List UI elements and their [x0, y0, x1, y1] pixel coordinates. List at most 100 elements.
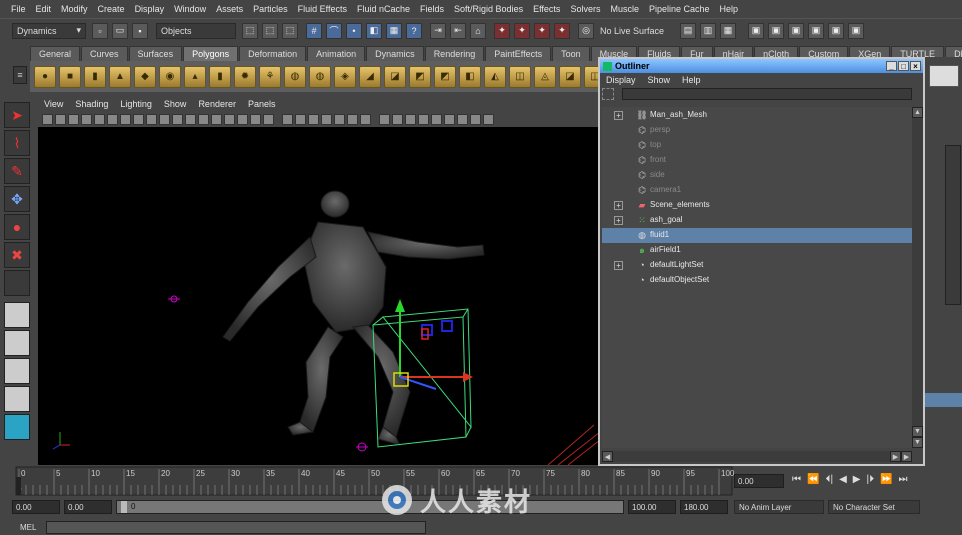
- menu-item[interactable]: File: [6, 4, 31, 14]
- maximize-icon[interactable]: □: [898, 61, 909, 71]
- snap-grid-icon[interactable]: #: [306, 22, 322, 39]
- polygon-tool-icon[interactable]: ◆: [134, 65, 156, 88]
- input-ops-icon[interactable]: ⇥: [430, 22, 446, 39]
- layer-row-selected[interactable]: [925, 393, 962, 407]
- panel-layout-icon[interactable]: ▣: [768, 22, 785, 39]
- outliner-vertical-scrollbar[interactable]: ▲ ▼ ▼: [912, 107, 923, 448]
- viewport-tool-icon[interactable]: [172, 113, 183, 125]
- viewport-tool-icon[interactable]: [55, 113, 66, 125]
- shelf-tab[interactable]: Rendering: [424, 46, 485, 61]
- outliner-item[interactable]: + ⛓ Man_ash_Mesh: [602, 108, 912, 123]
- ipr-render-icon[interactable]: ✦: [514, 22, 530, 39]
- polygon-tool-icon[interactable]: ⚘: [259, 65, 281, 88]
- hypershade-icon[interactable]: ✦: [554, 22, 570, 39]
- rotate-tool-icon[interactable]: ●: [4, 214, 30, 240]
- select-object-icon[interactable]: ⬚: [262, 22, 278, 39]
- panel-layout-icon[interactable]: ▣: [828, 22, 845, 39]
- snap-curve-icon[interactable]: ⌒: [326, 22, 342, 39]
- outliner-item[interactable]: + ◔ defaultLightSet: [602, 258, 912, 273]
- viewport-menu-item[interactable]: View: [38, 99, 69, 109]
- viewport-tool-icon[interactable]: [68, 113, 79, 125]
- viewport-menu-item[interactable]: Renderer: [192, 99, 242, 109]
- viewport-tool-icon[interactable]: [379, 113, 390, 125]
- step-forward-key-icon[interactable]: |⏵: [866, 474, 874, 485]
- render-frame-icon[interactable]: ✦: [494, 22, 510, 39]
- filter-input[interactable]: [622, 88, 912, 100]
- time-ruler[interactable]: 0 5 10 15 20 25 30 35 40 45 50 55 60 65 70 75 80 85 90 95 10…: [0, 465, 740, 497]
- viewport-tool-icon[interactable]: [321, 113, 332, 125]
- outliner-item[interactable]: ๑ airField1: [602, 243, 912, 258]
- sidebar-toggle-icon[interactable]: ▤: [680, 22, 697, 39]
- step-back-key-icon[interactable]: ⏴|: [825, 474, 833, 485]
- move-tool-icon[interactable]: ✥: [4, 186, 30, 212]
- live-surface-icon[interactable]: ◎: [578, 22, 594, 39]
- polygon-tool-icon[interactable]: ▴: [184, 65, 206, 88]
- polygon-tool-icon[interactable]: ◉: [159, 65, 181, 88]
- output-ops-icon[interactable]: ⇤: [450, 22, 466, 39]
- viewport-tool-icon[interactable]: [120, 113, 131, 125]
- viewport-tool-icon[interactable]: [263, 113, 274, 125]
- playback-end-field[interactable]: 100.00: [628, 500, 676, 514]
- polygon-tool-icon[interactable]: ✹: [234, 65, 256, 88]
- menu-item[interactable]: Solvers: [565, 4, 605, 14]
- expand-icon[interactable]: +: [614, 216, 623, 225]
- polygon-tool-icon[interactable]: ◈: [334, 65, 356, 88]
- playback-start-field[interactable]: 0.00: [64, 500, 112, 514]
- outliner-titlebar[interactable]: Outliner _ □ ×: [600, 59, 923, 73]
- menu-item[interactable]: Assets: [211, 4, 248, 14]
- perspective-viewport[interactable]: [38, 127, 600, 465]
- viewport-tool-icon[interactable]: [295, 113, 306, 125]
- select-tool-icon[interactable]: ➤: [4, 102, 30, 128]
- shelf-tab[interactable]: Dynamics: [366, 46, 424, 61]
- character-set-dropdown[interactable]: No Character Set: [828, 500, 920, 514]
- mudbox-icon[interactable]: [4, 414, 30, 440]
- polygon-tool-icon[interactable]: ◧: [459, 65, 481, 88]
- attribute-editor-toggle-icon[interactable]: ▥: [700, 22, 717, 39]
- shelf-menu-icon[interactable]: ≡: [13, 66, 27, 84]
- viewport-tool-icon[interactable]: [211, 113, 222, 125]
- go-to-end-icon[interactable]: ⏭: [899, 474, 908, 485]
- viewport-tool-icon[interactable]: [405, 113, 416, 125]
- scroll-left-icon[interactable]: ◀: [602, 451, 613, 462]
- polygon-tool-icon[interactable]: ◫: [509, 65, 531, 88]
- viewport-tool-icon[interactable]: [444, 113, 455, 125]
- filter-icon[interactable]: [602, 88, 614, 100]
- render-settings-icon[interactable]: ✦: [534, 22, 550, 39]
- outliner-menu-item[interactable]: Help: [682, 75, 701, 85]
- shelf-tab[interactable]: Curves: [81, 46, 128, 61]
- outliner-item[interactable]: ◔ defaultObjectSet: [602, 273, 912, 288]
- panel-layout-icon[interactable]: ▣: [788, 22, 805, 39]
- menu-item[interactable]: Particles: [248, 4, 293, 14]
- air-field-icon[interactable]: [168, 295, 180, 303]
- shelf-tab[interactable]: Toon: [552, 46, 590, 61]
- command-language-label[interactable]: MEL: [20, 523, 36, 532]
- outliner-item[interactable]: + ▰ Scene_elements: [602, 198, 912, 213]
- menu-item[interactable]: Pipeline Cache: [644, 4, 715, 14]
- viewport-tool-icon[interactable]: [198, 113, 209, 125]
- tool-settings-toggle-icon[interactable]: ▦: [720, 22, 737, 39]
- viewport-menu-item[interactable]: Show: [158, 99, 193, 109]
- expand-icon[interactable]: +: [614, 261, 623, 270]
- scroll-down-icon[interactable]: ▼: [912, 426, 923, 437]
- menu-item[interactable]: Soft/Rigid Bodies: [449, 4, 528, 14]
- panel-layout-icon[interactable]: ▣: [808, 22, 825, 39]
- menu-item[interactable]: Muscle: [605, 4, 644, 14]
- outliner-item[interactable]: ⌬ camera1: [602, 183, 912, 198]
- select-component-icon[interactable]: ⬚: [282, 22, 298, 39]
- menu-item[interactable]: Modify: [56, 4, 93, 14]
- viewport-tool-icon[interactable]: [470, 113, 481, 125]
- viewport-tool-icon[interactable]: [250, 113, 261, 125]
- menu-item[interactable]: Display: [130, 4, 170, 14]
- polygon-tool-icon[interactable]: ◢: [359, 65, 381, 88]
- polygon-tool-icon[interactable]: ◭: [484, 65, 506, 88]
- viewport-tool-icon[interactable]: [42, 113, 53, 125]
- viewport-tool-icon[interactable]: [133, 113, 144, 125]
- scroll-right-icon[interactable]: ▶: [890, 451, 901, 462]
- polygon-tool-icon[interactable]: ◍: [284, 65, 306, 88]
- menu-item[interactable]: Fluid Effects: [293, 4, 352, 14]
- single-perspective-layout-icon[interactable]: [4, 302, 30, 328]
- viewport-tool-icon[interactable]: [185, 113, 196, 125]
- channel-scroll[interactable]: [945, 145, 961, 305]
- expand-icon[interactable]: +: [614, 111, 623, 120]
- scroll-up-icon[interactable]: ▲: [912, 107, 923, 118]
